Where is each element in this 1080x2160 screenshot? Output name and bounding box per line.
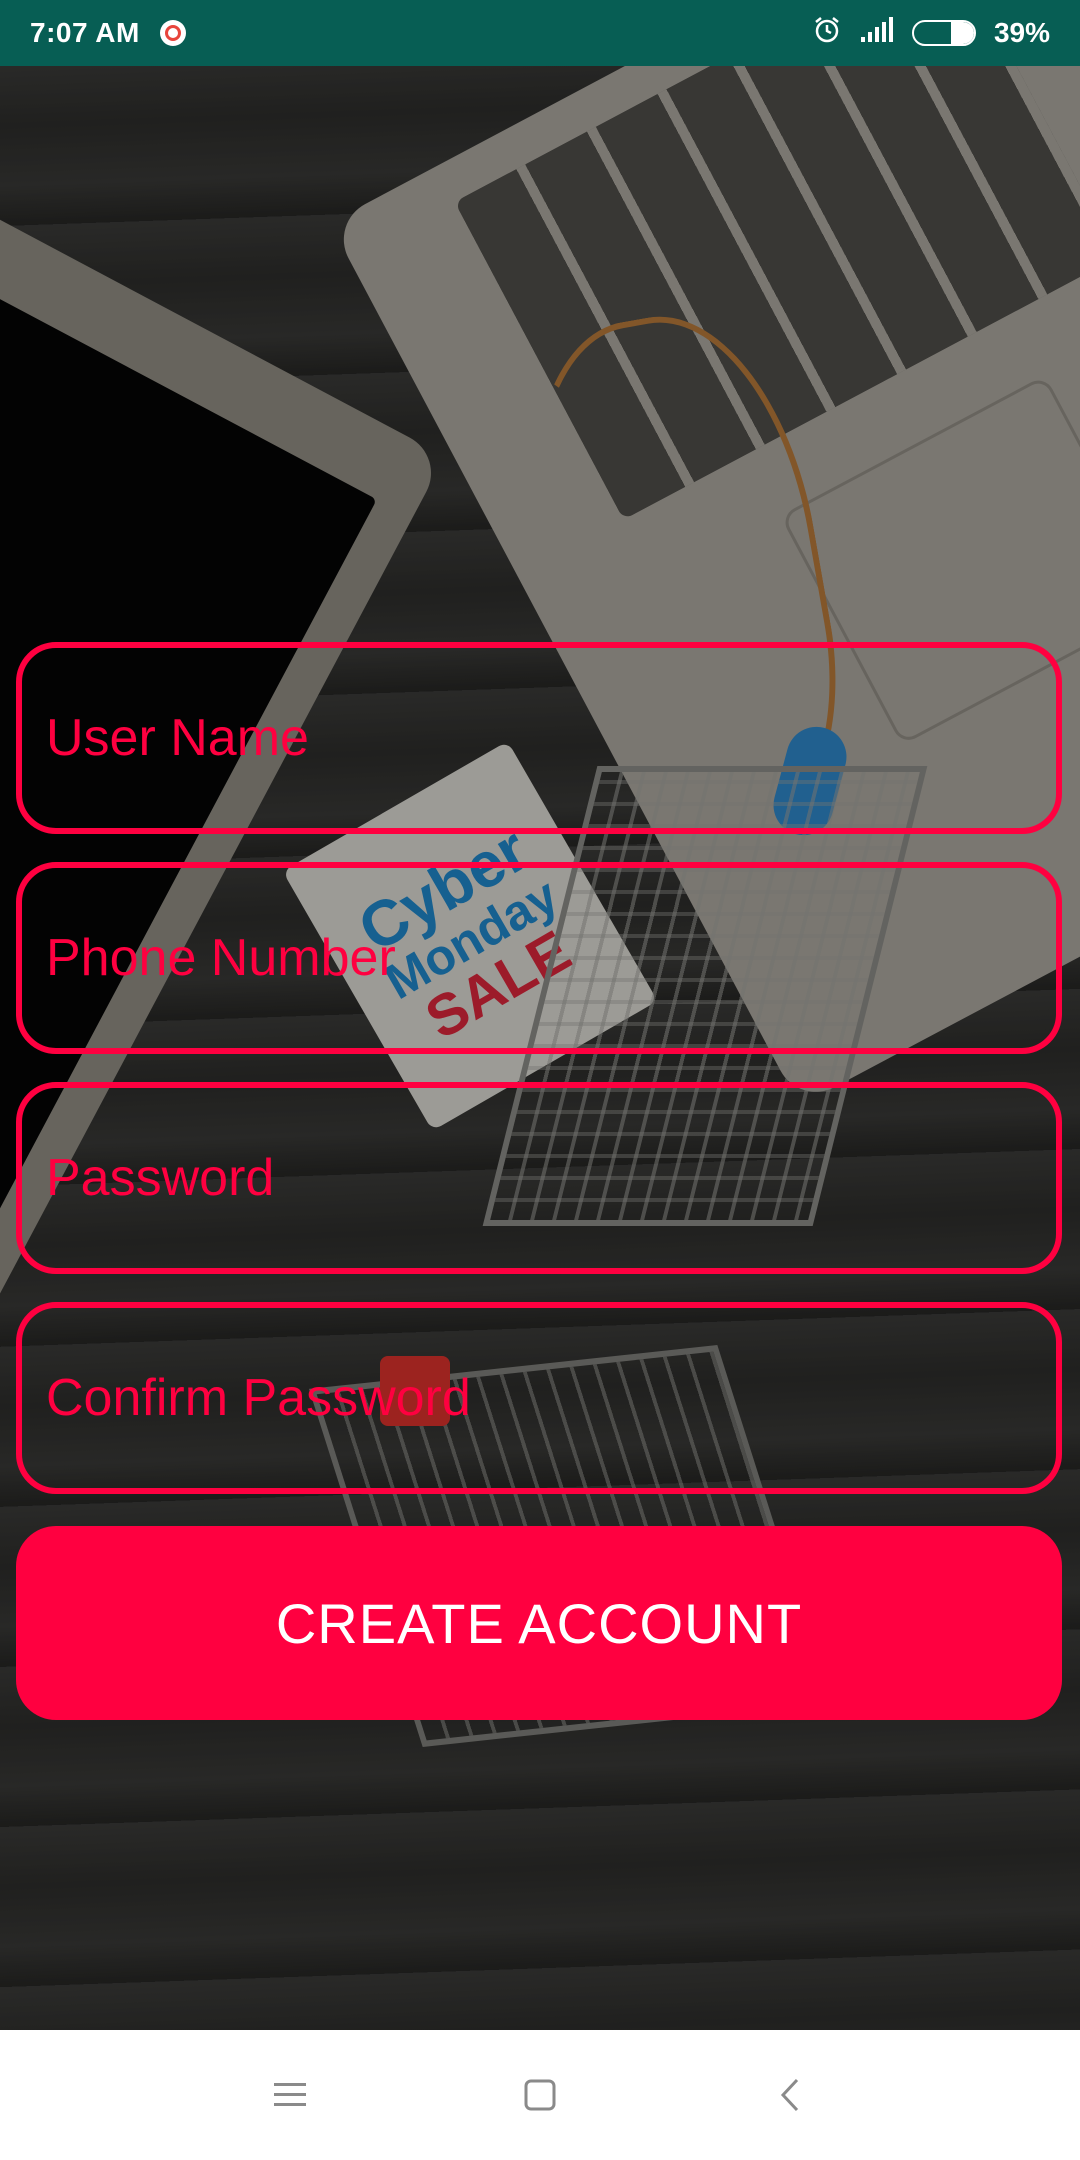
clock-app-icon bbox=[159, 20, 186, 46]
back-icon[interactable] bbox=[760, 2065, 820, 2125]
navigation-bar bbox=[0, 2030, 1080, 2160]
battery-fill bbox=[950, 22, 974, 44]
status-right-group: 39% bbox=[812, 15, 1050, 52]
phone-number-field[interactable] bbox=[16, 862, 1062, 1054]
user-name-input[interactable] bbox=[22, 648, 1056, 828]
signup-form: CREATE ACCOUNT bbox=[16, 642, 1062, 1720]
signal-icon bbox=[860, 16, 894, 50]
menu-icon[interactable] bbox=[260, 2065, 320, 2125]
home-icon[interactable] bbox=[510, 2065, 570, 2125]
confirm-password-input[interactable] bbox=[22, 1308, 1056, 1488]
password-input[interactable] bbox=[22, 1088, 1056, 1268]
status-bar: 7:07 AM 39% bbox=[0, 0, 1080, 66]
password-field[interactable] bbox=[16, 1082, 1062, 1274]
confirm-password-field[interactable] bbox=[16, 1302, 1062, 1494]
status-time: 7:07 AM bbox=[30, 17, 140, 48]
user-name-field[interactable] bbox=[16, 642, 1062, 834]
battery-icon bbox=[911, 20, 976, 46]
battery-percent: 39% bbox=[993, 17, 1050, 48]
create-account-button[interactable]: CREATE ACCOUNT bbox=[16, 1526, 1062, 1720]
alarm-icon bbox=[812, 15, 842, 52]
phone-number-input[interactable] bbox=[22, 868, 1056, 1048]
